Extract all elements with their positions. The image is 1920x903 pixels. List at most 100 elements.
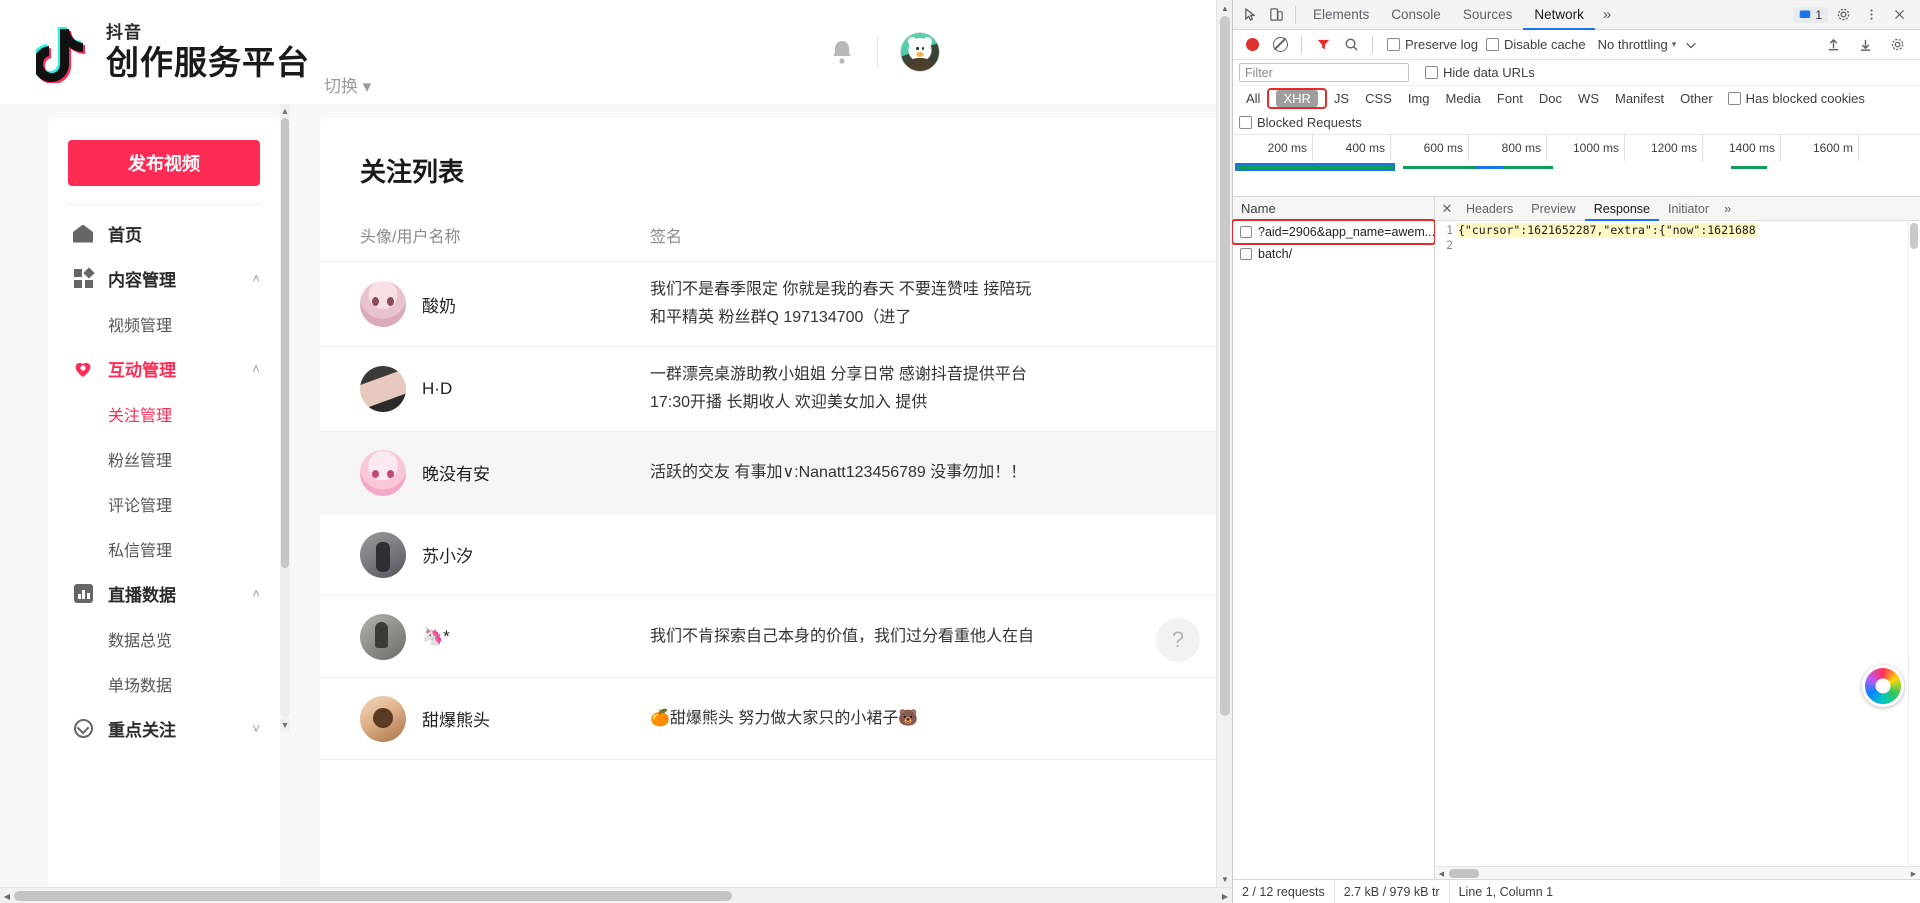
close-icon[interactable] <box>1886 2 1912 28</box>
detail-tab-initiator[interactable]: Initiator <box>1659 197 1718 221</box>
export-har-icon[interactable] <box>1852 32 1878 58</box>
type-filter-img[interactable]: Img <box>1401 90 1437 107</box>
type-filter-ws[interactable]: WS <box>1571 90 1606 107</box>
scroll-left-arrow[interactable]: ◀ <box>0 888 14 903</box>
chevron-up-icon[interactable]: ˄ <box>252 272 260 285</box>
detail-tab-response[interactable]: Response <box>1584 197 1660 221</box>
brand-logo[interactable]: 抖音 创作服务平台 <box>36 21 310 83</box>
publish-video-button[interactable]: 发布视频 <box>68 140 260 186</box>
type-filter-other[interactable]: Other <box>1673 90 1720 107</box>
help-button[interactable]: ? <box>1156 618 1200 662</box>
sidebar-item-data-overview[interactable]: 数据总览 <box>48 616 280 661</box>
close-icon[interactable]: ✕ <box>1437 201 1457 217</box>
record-stop-icon[interactable] <box>1239 32 1265 58</box>
sidebar-item-message-management[interactable]: 私信管理 <box>48 526 280 571</box>
disable-cache-checkbox[interactable]: Disable cache <box>1485 37 1586 52</box>
checkbox-box[interactable] <box>1240 248 1252 260</box>
chevron-double-right-icon[interactable]: » <box>1718 201 1737 216</box>
response-vertical-scrollbar[interactable] <box>1908 221 1920 866</box>
response-horizontal-scrollbar[interactable]: ◀ ▶ <box>1435 866 1920 879</box>
page-horizontal-scrollbar[interactable]: ◀ ▶ <box>0 887 1232 903</box>
avatar[interactable] <box>900 32 940 72</box>
tab-console[interactable]: Console <box>1380 0 1452 30</box>
type-filter-media[interactable]: Media <box>1438 90 1487 107</box>
checkbox-box[interactable] <box>1387 38 1400 51</box>
preserve-log-checkbox[interactable]: Preserve log <box>1387 37 1478 52</box>
bell-icon[interactable] <box>829 38 855 66</box>
scroll-down-arrow[interactable]: ▼ <box>1217 871 1232 887</box>
scrollbar-thumb[interactable] <box>1910 223 1918 249</box>
detail-tab-headers[interactable]: Headers <box>1457 197 1522 221</box>
sidebar-item-home[interactable]: 首页 <box>48 211 280 256</box>
tab-network[interactable]: Network <box>1523 0 1595 30</box>
inspect-element-icon[interactable] <box>1237 2 1263 28</box>
detail-tab-preview[interactable]: Preview <box>1522 197 1584 221</box>
network-timeline-overview[interactable]: 200 ms 400 ms 600 ms 800 ms 1000 ms 1200… <box>1233 135 1920 197</box>
chevron-up-icon[interactable]: ˄ <box>252 362 260 375</box>
checkbox-box[interactable] <box>1727 92 1741 105</box>
scrollbar-thumb[interactable] <box>1449 869 1479 878</box>
more-vertical-icon[interactable] <box>1858 2 1884 28</box>
scroll-up-arrow[interactable]: ▲ <box>280 104 290 118</box>
sidebar-item-fans-management[interactable]: 粉丝管理 <box>48 436 280 481</box>
table-row[interactable]: 晚没有安 活跃的交友 有事加∨:Nanatt123456789 没事勿加！！ <box>320 432 1232 514</box>
filter-input[interactable] <box>1239 63 1409 82</box>
tab-sources[interactable]: Sources <box>1452 0 1524 30</box>
scroll-up-arrow[interactable]: ▲ <box>1217 0 1232 16</box>
color-wheel-widget[interactable] <box>1862 665 1904 707</box>
funnel-icon[interactable] <box>1310 32 1336 58</box>
blocked-requests-checkbox[interactable]: Blocked Requests <box>1239 115 1362 130</box>
sidebar-item-video-management[interactable]: 视频管理 <box>48 301 280 346</box>
table-row[interactable]: 苏小汐 <box>320 514 1232 596</box>
search-icon[interactable] <box>1338 32 1364 58</box>
table-row[interactable]: H·D 一群漂亮桌游助教小姐姐 分享日常 感谢抖音提供平台 17:30开播 长期… <box>320 347 1232 432</box>
network-conditions-icon[interactable] <box>1678 32 1704 58</box>
scrollbar-thumb[interactable] <box>281 118 289 568</box>
sidebar-item-interaction-management[interactable]: 互动管理 ˄ <box>48 346 280 391</box>
tab-elements[interactable]: Elements <box>1302 0 1380 30</box>
sidebar-item-follow-management[interactable]: 关注管理 <box>48 391 280 436</box>
gear-icon[interactable] <box>1830 2 1856 28</box>
page-vertical-scrollbar[interactable]: ▲ ▼ <box>1216 0 1232 887</box>
settings-gear-icon[interactable] <box>1884 32 1910 58</box>
sidebar-item-single-session-data[interactable]: 单场数据 <box>48 661 280 706</box>
table-row[interactable]: 🦄* 我们不肯探索自己本身的价值，我们过分看重他人在自 <box>320 596 1232 678</box>
device-toolbar-icon[interactable] <box>1263 2 1289 28</box>
import-har-icon[interactable] <box>1820 32 1846 58</box>
scrollbar-thumb[interactable] <box>14 891 732 901</box>
table-row[interactable]: 酸奶 我们不是春季限定 你就是我的春天 不要连赞哇 接陪玩 和平精英 粉丝群Q … <box>320 262 1232 347</box>
checkbox-box[interactable] <box>1485 38 1499 51</box>
issues-badge[interactable]: 1 <box>1793 6 1828 23</box>
sidebar-item-key-follow[interactable]: 重点关注 ˅ <box>48 706 280 751</box>
clear-icon[interactable] <box>1267 32 1293 58</box>
chevron-down-icon[interactable]: ˅ <box>252 722 260 735</box>
throttling-dropdown[interactable]: No throttling ▾ <box>1598 37 1677 52</box>
sidebar-item-content-management[interactable]: 内容管理 ˄ <box>48 256 280 301</box>
sidebar-item-live-data[interactable]: 直播数据 ˄ <box>48 571 280 616</box>
response-body[interactable]: 1 2 {"cursor":1621652287,"extra":{"now":… <box>1435 221 1920 866</box>
chevron-double-right-icon[interactable]: » <box>1595 6 1619 23</box>
checkbox-box[interactable] <box>1239 116 1252 129</box>
scroll-left-arrow[interactable]: ◀ <box>1435 867 1448 880</box>
response-code[interactable]: {"cursor":1621652287,"extra":{"now":1621… <box>1457 221 1920 866</box>
type-filter-font[interactable]: Font <box>1490 90 1530 107</box>
scroll-right-arrow[interactable]: ▶ <box>1218 888 1232 903</box>
type-filter-xhr[interactable]: XHR <box>1276 90 1318 107</box>
type-filter-all[interactable]: All <box>1239 90 1267 107</box>
request-row[interactable]: batch/ <box>1233 243 1434 265</box>
type-filter-css[interactable]: CSS <box>1358 90 1399 107</box>
scroll-down-arrow[interactable]: ▼ <box>280 718 290 732</box>
scroll-right-arrow[interactable]: ▶ <box>1907 867 1920 880</box>
request-row[interactable]: ?aid=2906&app_name=awem... <box>1233 221 1434 243</box>
sidebar-scrollbar[interactable]: ▲ ▼ <box>280 104 290 732</box>
checkbox-box[interactable] <box>1425 66 1438 79</box>
chevron-up-icon[interactable]: ˄ <box>252 587 260 600</box>
switch-account-button[interactable]: 切换 ▾ <box>324 72 371 103</box>
has-blocked-cookies-checkbox[interactable]: Has blocked cookies <box>1727 91 1865 106</box>
scrollbar-thumb[interactable] <box>1220 16 1230 716</box>
table-row[interactable]: 甜爆熊头 🍊甜爆熊头 努力做大家只的小裙子🐻 <box>320 678 1232 760</box>
type-filter-js[interactable]: JS <box>1327 90 1356 107</box>
hide-data-urls-checkbox[interactable]: Hide data URLs <box>1425 65 1535 80</box>
type-filter-manifest[interactable]: Manifest <box>1608 90 1671 107</box>
checkbox-box[interactable] <box>1240 226 1252 238</box>
